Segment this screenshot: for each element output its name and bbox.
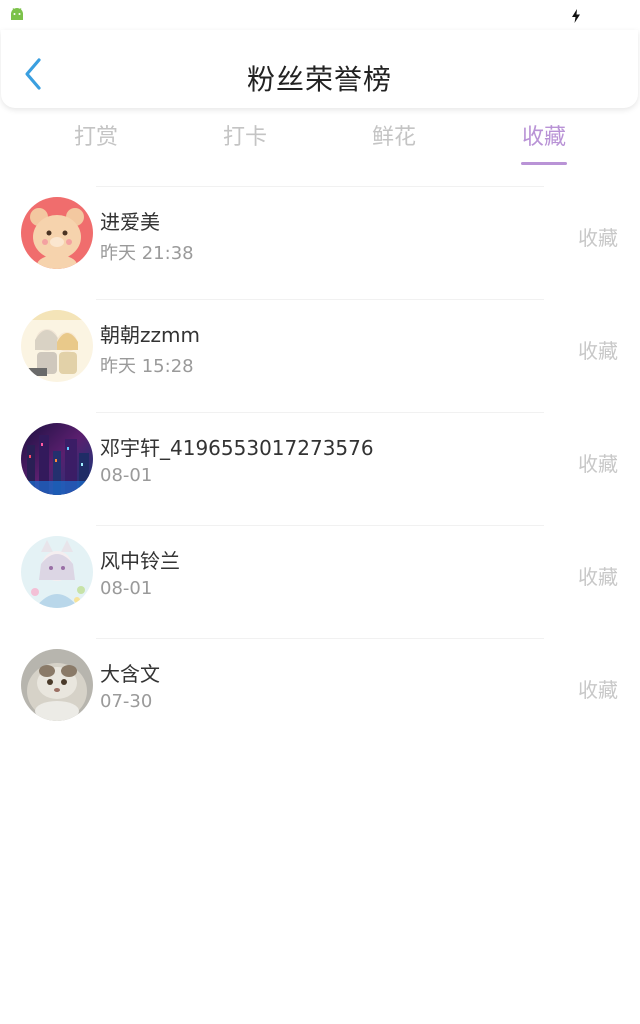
fan-time: 07-30 — [100, 691, 153, 712]
fan-name: 邓宇轩_4196553017273576 — [100, 436, 374, 460]
fan-time: 08-01 — [100, 578, 153, 599]
action-label: 收藏 — [578, 226, 618, 250]
fan-name: 朝朝zzmm — [100, 323, 200, 347]
fan-name: 进爱美 — [100, 210, 160, 234]
header: 粉丝荣誉榜 — [1, 30, 638, 108]
tab-flowers[interactable]: 鲜花 — [334, 118, 454, 172]
divider — [96, 299, 544, 300]
list-item[interactable]: 邓宇轩_4196553017273576 08-01 收藏 — [0, 412, 640, 525]
fan-time: 昨天 15:28 — [100, 356, 194, 377]
action-label: 收藏 — [578, 678, 618, 702]
avatar[interactable] — [21, 310, 93, 382]
fan-list: 进爱美 昨天 21:38 收藏 朝朝zzmm 昨天 15:28 收藏 邓宇轩_4… — [0, 186, 640, 751]
status-bar — [0, 0, 640, 30]
list-item[interactable]: 大含文 07-30 收藏 — [0, 638, 640, 751]
avatar[interactable] — [21, 197, 93, 269]
list-item[interactable]: 朝朝zzmm 昨天 15:28 收藏 — [0, 299, 640, 412]
divider — [96, 186, 544, 187]
list-item[interactable]: 风中铃兰 08-01 收藏 — [0, 525, 640, 638]
divider — [96, 638, 544, 639]
tab-reward[interactable]: 打赏 — [36, 118, 156, 172]
charging-icon — [571, 8, 581, 23]
android-icon — [9, 6, 25, 22]
tab-bar: 打赏 打卡 鲜花 收藏 — [0, 118, 640, 172]
divider — [96, 412, 544, 413]
action-label: 收藏 — [578, 565, 618, 589]
list-item[interactable]: 进爱美 昨天 21:38 收藏 — [0, 186, 640, 299]
fan-time: 昨天 21:38 — [100, 243, 194, 264]
avatar[interactable] — [21, 649, 93, 721]
fan-honor-screen: 粉丝荣誉榜 打赏 打卡 鲜花 收藏 进爱美 昨天 21:38 收藏 朝朝zzmm… — [0, 0, 640, 1024]
fan-time: 08-01 — [100, 465, 153, 486]
active-tab-indicator — [521, 162, 567, 165]
fan-name: 风中铃兰 — [100, 549, 180, 573]
tab-checkin[interactable]: 打卡 — [185, 118, 305, 172]
action-label: 收藏 — [578, 339, 618, 363]
divider — [96, 525, 544, 526]
avatar[interactable] — [21, 536, 93, 608]
anime-couple-avatar-icon — [21, 310, 93, 382]
bear-avatar-icon — [21, 197, 93, 269]
page-title: 粉丝荣誉榜 — [246, 63, 392, 96]
avatar[interactable] — [21, 423, 93, 495]
persian-cat-avatar-icon — [21, 649, 93, 721]
city-night-avatar-icon — [21, 423, 93, 495]
anime-cat-girl-avatar-icon — [21, 536, 93, 608]
action-label: 收藏 — [578, 452, 618, 476]
fan-name: 大含文 — [100, 662, 160, 686]
